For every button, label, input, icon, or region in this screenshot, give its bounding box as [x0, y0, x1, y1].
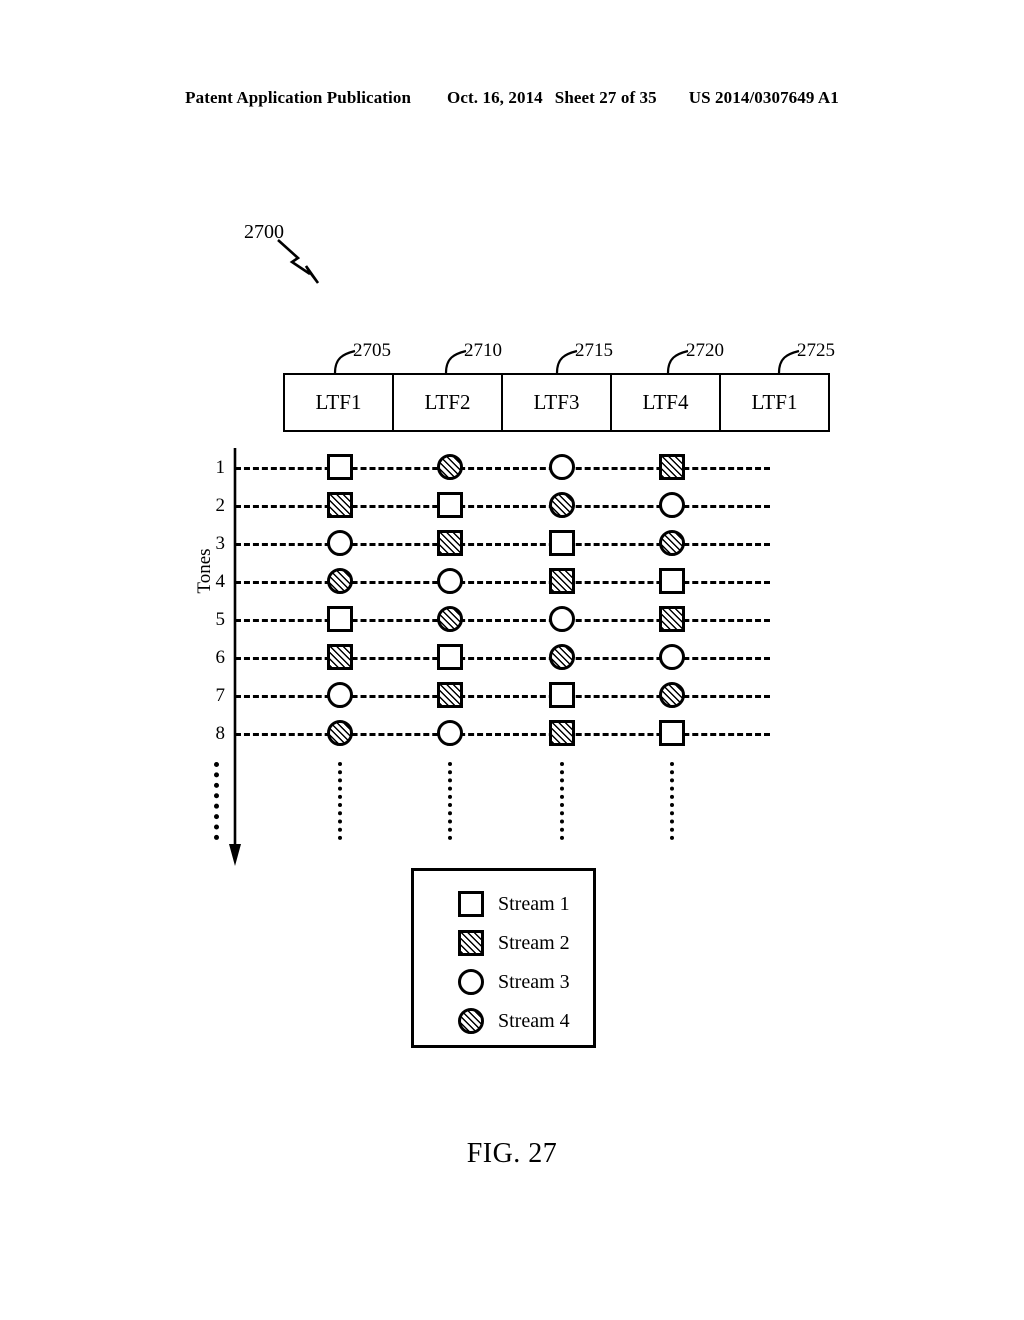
symbol-hatched-square [659, 454, 685, 480]
tones-continuation-dots [214, 762, 219, 840]
legend-item-stream-1: Stream 1 [458, 889, 570, 919]
symbol-open-circle [549, 454, 575, 480]
tone-row-label-5: 5 [215, 609, 226, 630]
tone-row-label-4: 4 [215, 571, 226, 592]
legend-label-stream-4: Stream 4 [498, 1010, 570, 1032]
legend-item-stream-3: Stream 3 [458, 967, 570, 997]
ltf-box-2725[interactable]: LTF1 [719, 373, 830, 432]
figure-caption: FIG. 27 [466, 1138, 558, 1169]
symbol-open-square [437, 644, 463, 670]
symbol-hatched-square [327, 644, 353, 670]
symbol-hatched-square [437, 682, 463, 708]
symbol-hatched-circle [437, 606, 463, 632]
ref-leader-2720-icon [666, 349, 689, 374]
symbol-hatched-square [549, 568, 575, 594]
ref-leader-2705-icon [333, 349, 356, 374]
legend-box: Stream 1 Stream 2 Stream 3 Stream 4 [411, 868, 596, 1048]
tone-row-label-8: 8 [215, 723, 226, 744]
symbol-hatched-square [437, 530, 463, 556]
symbol-open-circle [327, 530, 353, 556]
tone-row-line-5 [235, 619, 770, 622]
tone-row-label-7: 7 [215, 685, 226, 706]
ltf-box-row: LTF1 LTF2 LTF3 LTF4 LTF1 [283, 373, 830, 432]
tone-row-line-2 [235, 505, 770, 508]
column-continuation-dots-3 [560, 762, 564, 840]
tone-row-label-3: 3 [215, 533, 226, 554]
ltf-box-2710[interactable]: LTF2 [392, 373, 503, 432]
figure-2700: 2700 2705 2710 2715 2720 2725 LTF1 LTF2 … [0, 0, 1024, 1320]
tone-row-line-7 [235, 695, 770, 698]
ref-leader-2715-icon [555, 349, 578, 374]
legend-open-circle-icon [458, 969, 484, 995]
symbol-open-circle [549, 606, 575, 632]
legend-label-stream-1: Stream 1 [498, 893, 570, 915]
tone-row-line-6 [235, 657, 770, 660]
symbol-hatched-circle [327, 568, 353, 594]
ref-leader-2710-icon [444, 349, 467, 374]
symbol-open-square [659, 720, 685, 746]
symbol-open-circle [437, 720, 463, 746]
legend-hatched-circle-icon [458, 1008, 484, 1034]
ltf-box-2715[interactable]: LTF3 [501, 373, 612, 432]
tone-row-line-8 [235, 733, 770, 736]
symbol-hatched-circle [549, 492, 575, 518]
tone-row-line-1 [235, 467, 770, 470]
symbol-hatched-circle [437, 454, 463, 480]
legend-open-square-icon [458, 891, 484, 917]
symbol-open-square [549, 682, 575, 708]
ltf-box-2720[interactable]: LTF4 [610, 373, 721, 432]
symbol-hatched-circle [327, 720, 353, 746]
symbol-hatched-circle [659, 682, 685, 708]
symbol-hatched-square [327, 492, 353, 518]
tone-row-label-2: 2 [215, 495, 226, 516]
tone-row-line-3 [235, 543, 770, 546]
column-continuation-dots-4 [670, 762, 674, 840]
ref-leader-2725-icon [777, 349, 800, 374]
legend-item-stream-2: Stream 2 [458, 928, 570, 958]
tone-row-label-1: 1 [215, 457, 226, 478]
symbol-hatched-square [659, 606, 685, 632]
symbol-open-circle [327, 682, 353, 708]
symbol-open-square [327, 606, 353, 632]
symbol-hatched-square [549, 720, 575, 746]
ltf-box-2705[interactable]: LTF1 [283, 373, 394, 432]
figure-callout-arrow-icon [277, 239, 320, 284]
symbol-hatched-circle [659, 530, 685, 556]
column-continuation-dots-1 [338, 762, 342, 840]
symbol-open-circle [659, 492, 685, 518]
column-continuation-dots-2 [448, 762, 452, 840]
symbol-open-circle [659, 644, 685, 670]
legend-label-stream-3: Stream 3 [498, 971, 570, 993]
symbol-open-square [659, 568, 685, 594]
legend-item-stream-4: Stream 4 [458, 1006, 570, 1036]
symbol-open-square [327, 454, 353, 480]
symbol-open-square [549, 530, 575, 556]
tone-row-label-6: 6 [215, 647, 226, 668]
legend-hatched-square-icon [458, 930, 484, 956]
legend-label-stream-2: Stream 2 [498, 932, 570, 954]
symbol-open-circle [437, 568, 463, 594]
symbol-hatched-circle [549, 644, 575, 670]
tone-row-line-4 [235, 581, 770, 584]
symbol-open-square [437, 492, 463, 518]
